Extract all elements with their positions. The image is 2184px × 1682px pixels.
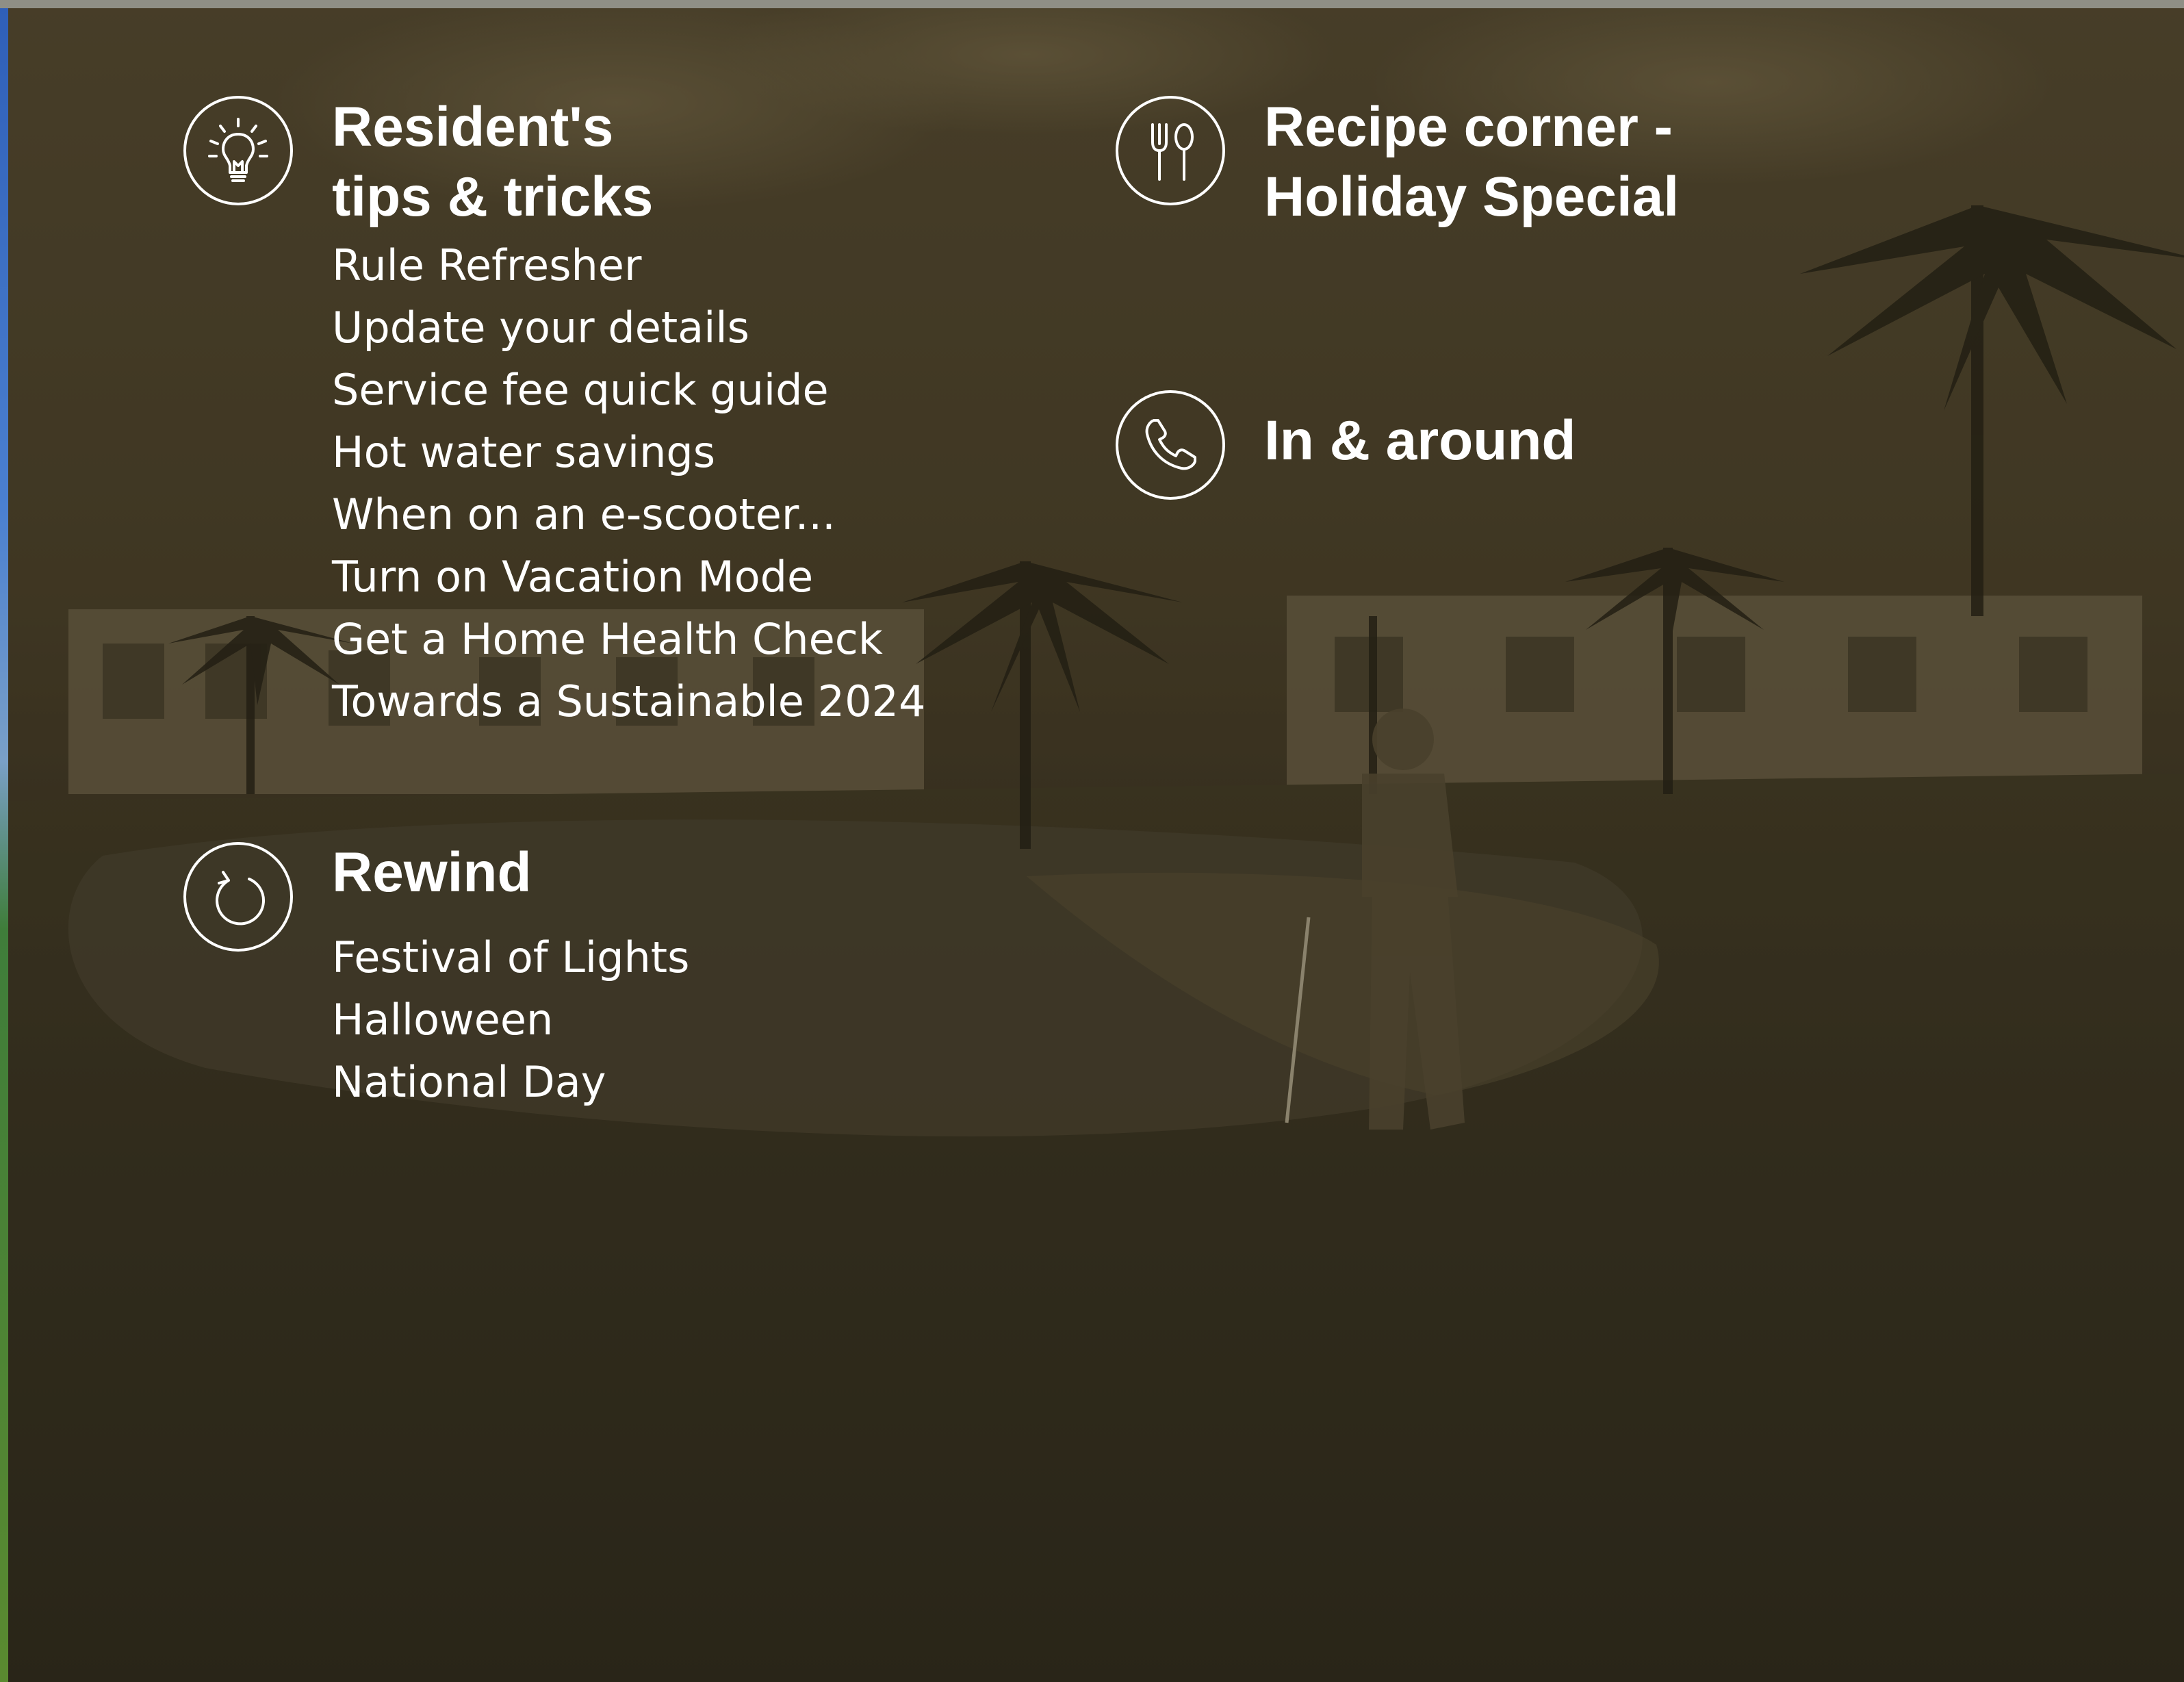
link-festival-of-lights[interactable]: Festival of Lights	[332, 926, 689, 989]
fork-spoon-icon	[1116, 96, 1225, 205]
link-vacation-mode[interactable]: Turn on Vacation Mode	[332, 546, 925, 608]
link-service-fee-guide[interactable]: Service fee quick guide	[332, 359, 925, 421]
link-e-scooter[interactable]: When on an e-scooter...	[332, 483, 925, 546]
phone-icon	[1116, 390, 1225, 500]
rewind-list: Festival of Lights Halloween National Da…	[332, 926, 689, 1113]
tips-tricks-list: Rule Refresher Update your details Servi…	[332, 234, 925, 732]
golf-course-background-image	[0, 0, 2184, 1682]
tips-title-line1: Resident's	[332, 96, 614, 158]
rewind-icon	[183, 842, 293, 952]
in-around-title: In & around	[1264, 409, 1576, 472]
lightbulb-icon	[183, 96, 293, 205]
link-rule-refresher[interactable]: Rule Refresher	[332, 234, 925, 296]
rewind-heading: Rewind	[332, 838, 532, 908]
recipe-title-line2: Holiday Special	[1264, 166, 1680, 228]
tips-tricks-heading: Resident's tips & tricks	[332, 92, 653, 232]
rewind-title: Rewind	[332, 841, 532, 904]
link-national-day[interactable]: National Day	[332, 1051, 689, 1113]
recipe-corner-heading[interactable]: Recipe corner - Holiday Special	[1264, 92, 1679, 232]
tips-title-line2: tips & tricks	[332, 166, 654, 228]
left-edge-strip	[0, 8, 8, 1682]
link-halloween[interactable]: Halloween	[332, 989, 689, 1051]
top-edge-bar	[0, 0, 2184, 8]
in-around-heading[interactable]: In & around	[1264, 406, 1576, 476]
recipe-title-line1: Recipe corner -	[1264, 96, 1673, 158]
link-update-details[interactable]: Update your details	[332, 296, 925, 359]
link-sustainable-2024[interactable]: Towards a Sustainable 2024	[332, 670, 925, 732]
link-home-health-check[interactable]: Get a Home Health Check	[332, 608, 925, 670]
link-hot-water-savings[interactable]: Hot water savings	[332, 421, 925, 483]
